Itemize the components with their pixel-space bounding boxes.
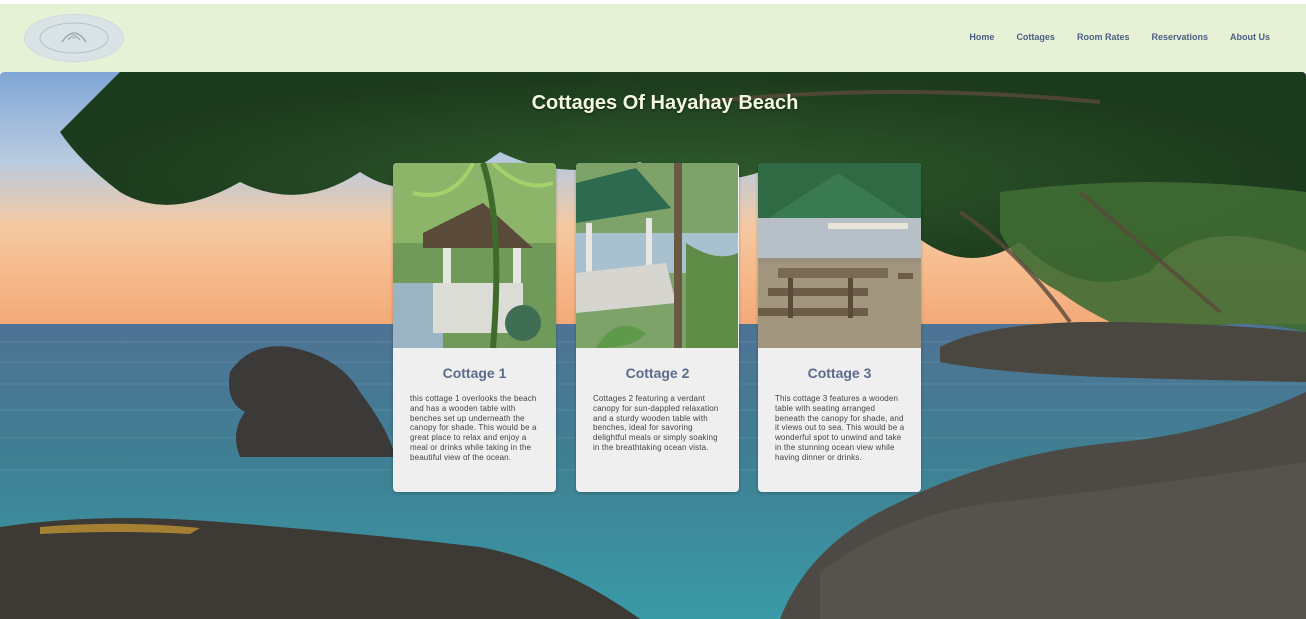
nav-cottages[interactable]: Cottages	[1016, 32, 1055, 42]
nav-home[interactable]: Home	[969, 32, 994, 42]
site-header: Home Cottages Room Rates Reservations Ab…	[0, 4, 1306, 72]
cottage-3-description: This cottage 3 features a wooden table w…	[775, 394, 905, 462]
cottage-1-description: this cottage 1 overlooks the beach and h…	[410, 394, 537, 462]
nav-about-us[interactable]: About Us	[1230, 32, 1270, 42]
cottage-2-description: Cottages 2 featuring a verdant canopy fo…	[593, 394, 719, 452]
cottage-3-photo	[758, 163, 921, 348]
cottage-1-photo	[393, 163, 556, 348]
nav-room-rates[interactable]: Room Rates	[1077, 32, 1130, 42]
nav-reservations[interactable]: Reservations	[1151, 32, 1208, 42]
cottage-card-2[interactable]: Cottage 2 Cottages 2 featuring a verdant…	[576, 163, 739, 492]
cottage-3-title: Cottage 3	[807, 365, 872, 381]
cottage-card-1[interactable]: Cottage 1 this cottage 1 overlooks the b…	[393, 163, 556, 492]
cottage-2-title: Cottage 2	[625, 365, 690, 381]
site-logo[interactable]	[24, 14, 124, 62]
cottage-2-photo	[576, 163, 739, 348]
cottage-1-title: Cottage 1	[442, 365, 507, 381]
page-title: Cottages Of Hayahay Beach	[531, 92, 799, 114]
main-nav: Home Cottages Room Rates Reservations Ab…	[947, 32, 1270, 42]
cottage-card-3[interactable]: Cottage 3 This cottage 3 features a wood…	[758, 163, 921, 492]
logo-emblem-icon	[25, 15, 123, 61]
page: Home Cottages Room Rates Reservations Ab…	[0, 0, 1306, 619]
